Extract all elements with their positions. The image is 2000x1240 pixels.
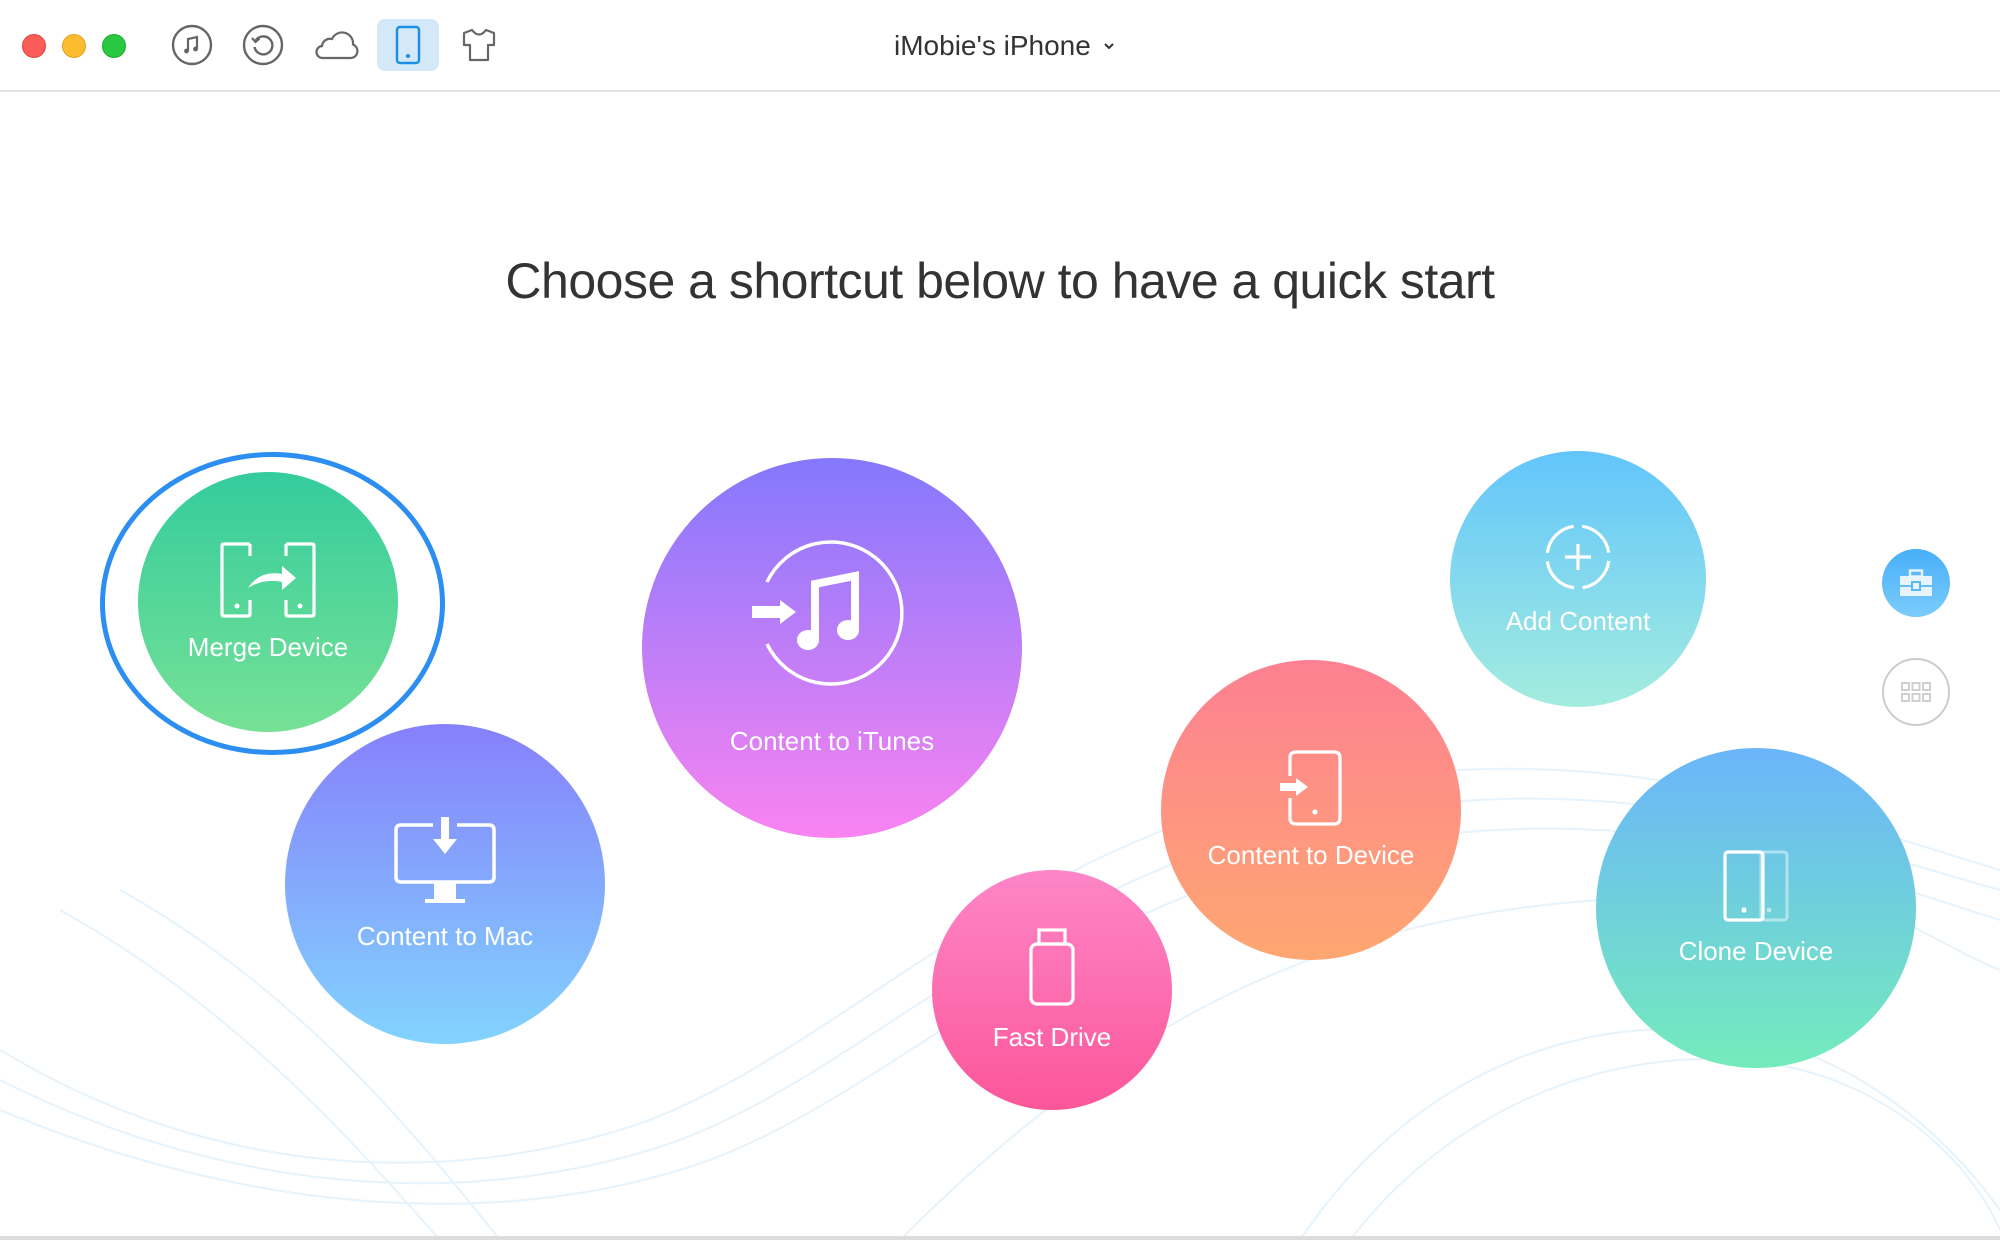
close-window-button[interactable] bbox=[22, 34, 46, 58]
shortcut-label: Content to Device bbox=[1207, 839, 1415, 870]
shortcut-label: Content to iTunes bbox=[729, 725, 935, 756]
toolbar-icloud-button[interactable] bbox=[306, 19, 368, 71]
app-grid-button[interactable] bbox=[1882, 658, 1950, 726]
toolbox-button[interactable] bbox=[1882, 549, 1950, 617]
cloud-icon bbox=[315, 31, 359, 60]
shortcut-merge-device[interactable]: Merge Device bbox=[138, 472, 398, 732]
grid-icon bbox=[1901, 682, 1931, 702]
itunes-import-icon bbox=[752, 539, 904, 686]
phone-icon bbox=[395, 25, 421, 65]
shortcut-label: Add Content bbox=[1505, 605, 1651, 636]
usb-drive-icon bbox=[1029, 927, 1075, 1006]
minimize-window-button[interactable] bbox=[62, 34, 86, 58]
toolbox-icon bbox=[1900, 569, 1932, 596]
toolbar-skin-button[interactable] bbox=[448, 19, 510, 71]
page-heading: Choose a shortcut below to have a quick … bbox=[505, 253, 1495, 309]
shirt-icon bbox=[462, 28, 496, 62]
zoom-window-button[interactable] bbox=[102, 34, 126, 58]
shortcut-content-to-mac[interactable]: Content to Mac bbox=[285, 724, 605, 1044]
device-name: iMobie's iPhone bbox=[894, 30, 1091, 61]
monitor-download-icon bbox=[394, 816, 496, 903]
chevron-down-icon bbox=[1104, 43, 1114, 50]
shortcut-label: Fast Drive bbox=[992, 1021, 1112, 1052]
shortcut-label: Merge Device bbox=[187, 631, 349, 662]
toolbar-itunes-library-button[interactable] bbox=[161, 19, 223, 71]
title-bar: iMobie's iPhone bbox=[0, 0, 2000, 92]
device-selector[interactable]: iMobie's iPhone bbox=[894, 26, 1117, 66]
shortcut-content-to-device[interactable]: Content to Device bbox=[1161, 660, 1461, 960]
toolbar-device-button[interactable] bbox=[377, 19, 439, 71]
clone-device-icon bbox=[1723, 849, 1789, 922]
music-note-icon bbox=[171, 24, 213, 66]
shortcut-label: Content to Mac bbox=[356, 920, 534, 951]
add-circle-icon bbox=[1545, 523, 1611, 590]
shortcut-content-to-itunes[interactable]: Content to iTunes bbox=[642, 458, 1022, 838]
merge-device-icon bbox=[220, 541, 316, 618]
restore-icon bbox=[242, 24, 284, 66]
shortcut-fast-drive[interactable]: Fast Drive bbox=[932, 870, 1172, 1110]
toolbar-backup-restore-button[interactable] bbox=[232, 19, 294, 71]
shortcut-label: Clone Device bbox=[1678, 935, 1834, 966]
shortcut-clone-device[interactable]: Clone Device bbox=[1596, 748, 1916, 1068]
phone-import-icon bbox=[1280, 749, 1342, 826]
shortcut-add-content[interactable]: Add Content bbox=[1450, 451, 1706, 707]
window-bottom-edge bbox=[0, 1236, 2000, 1240]
